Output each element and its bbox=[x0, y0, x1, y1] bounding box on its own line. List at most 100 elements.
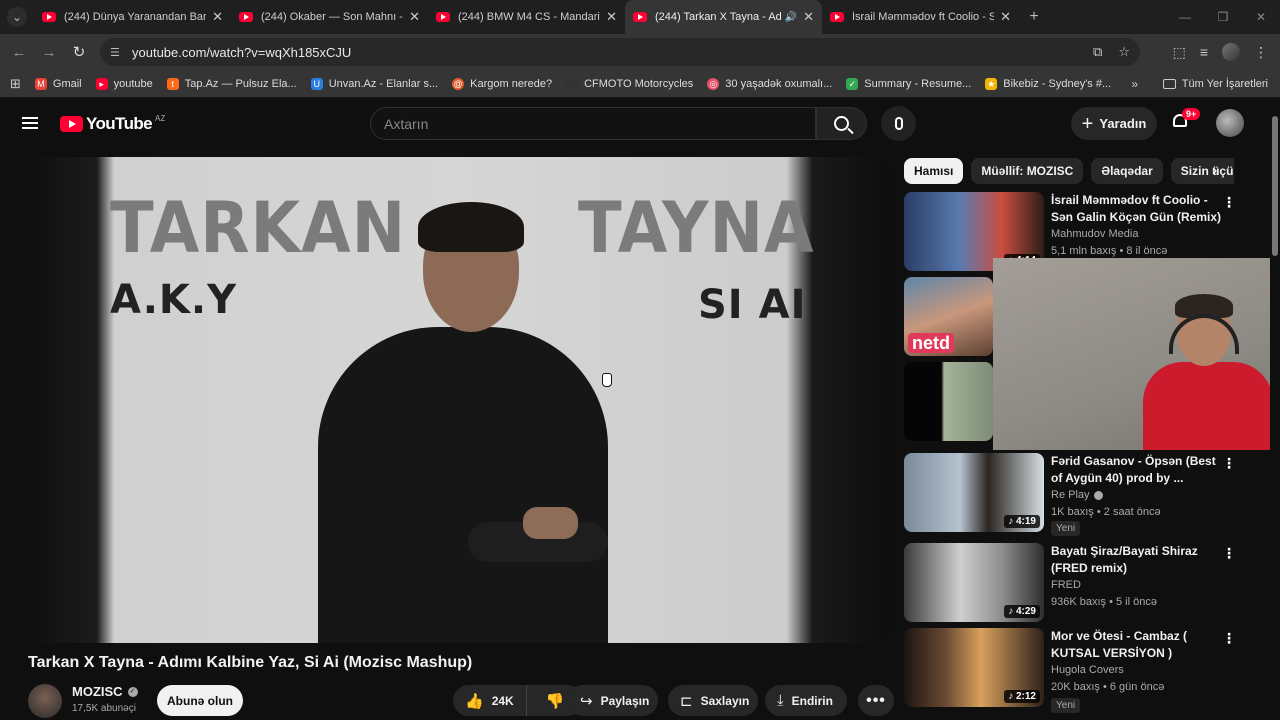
video-title[interactable]: İsrail Məmmədov ft Coolio - Sən Galin Kö… bbox=[1051, 192, 1226, 226]
bookmark-gmail[interactable]: M Gmail bbox=[34, 77, 82, 90]
channel-name[interactable]: FRED bbox=[1051, 579, 1081, 591]
speaker-icon[interactable]: 🔊 bbox=[785, 12, 797, 23]
page-scrollbar[interactable] bbox=[1270, 98, 1280, 720]
browser-tab-active[interactable]: (244) Tarkan X Tayna - Adımı 🔊 ✕ bbox=[625, 0, 822, 34]
list-item[interactable]: ♪ 4:19 Fərid Gasanov - Öpsən (Best of Ay… bbox=[904, 453, 1250, 536]
resume-icon: ✓ bbox=[846, 77, 859, 90]
more-bookmarks-icon[interactable]: » bbox=[1131, 77, 1138, 91]
bookmark-kargom[interactable]: @ Kargom nerede? bbox=[452, 77, 552, 90]
new-tab-button[interactable]: + bbox=[1019, 8, 1049, 26]
bookmark-resume[interactable]: ✓ Summary - Resume... bbox=[846, 77, 971, 90]
like-button[interactable]: 👍 24K bbox=[453, 685, 527, 716]
more-vertical-icon[interactable]: ⋮ bbox=[1222, 194, 1236, 211]
notifications-button[interactable]: 9+ bbox=[1171, 108, 1201, 130]
video-title: Tarkan X Tayna - Adımı Kalbine Yaz, Si A… bbox=[28, 654, 473, 671]
browser-tab-strip: ⌄ (244) Dünya Yaranandan Bari - Y ✕ (244… bbox=[0, 0, 1280, 34]
list-item[interactable]: ♪ 4:29 Bayatı Şiraz/Bayati Shiraz (FRED … bbox=[904, 543, 1250, 623]
all-bookmarks[interactable]: » Tüm Yer İşaretleri bbox=[1131, 70, 1268, 98]
video-player[interactable]: TARKAN A.K.Y TAYNA SI AI bbox=[28, 157, 890, 643]
extensions-icon[interactable]: ⬚ bbox=[1173, 44, 1186, 61]
site-info-icon[interactable]: ☰ bbox=[110, 46, 124, 59]
share-button[interactable]: ↪ Paylaşın bbox=[568, 685, 658, 716]
scrollbar-thumb[interactable] bbox=[1272, 116, 1278, 256]
back-arrow-icon[interactable]: ← bbox=[4, 44, 34, 61]
new-badge: Yeni bbox=[1051, 521, 1081, 536]
download-icon: ⤓ bbox=[777, 692, 784, 709]
profile-avatar[interactable] bbox=[1222, 43, 1240, 61]
youtube-logo[interactable]: YouTube AZ bbox=[60, 114, 165, 134]
bookmark-book[interactable]: ◎ 30 yaşadək oxumalı... bbox=[707, 77, 832, 90]
address-bar[interactable]: ☰ youtube.com/watch?v=wqXh185xCJU ⧉ ☆ bbox=[100, 38, 1140, 66]
bookmark-star-icon[interactable]: ☆ bbox=[1118, 44, 1130, 60]
save-button[interactable]: ⊏ Saxlayın bbox=[668, 685, 758, 716]
bookmark-icon: ⊏ bbox=[680, 692, 693, 710]
url-text: youtube.com/watch?v=wqXh185xCJU bbox=[132, 44, 352, 60]
close-tab-icon[interactable]: ✕ bbox=[212, 9, 223, 25]
video-title[interactable]: Fərid Gasanov - Öpsən (Best of Aygün 40)… bbox=[1051, 453, 1226, 487]
hamburger-menu-icon[interactable] bbox=[22, 117, 38, 129]
video-title[interactable]: Mor ve Ötesi - Cambaz ( KUTSAL VERSİYON … bbox=[1051, 628, 1226, 662]
chip-author[interactable]: Müəllif: MOZISC bbox=[971, 158, 1084, 184]
video-thumbnail[interactable]: ♪ 4:19 bbox=[904, 453, 1044, 532]
maximize-icon[interactable]: ❐ bbox=[1204, 0, 1242, 34]
search-button[interactable] bbox=[816, 107, 867, 140]
bookmark-tapaz[interactable]: t Tap.Az — Pulsuz Ela... bbox=[166, 77, 297, 90]
video-thumbnail[interactable] bbox=[904, 362, 993, 441]
forward-arrow-icon[interactable]: → bbox=[34, 44, 64, 61]
subscribe-button[interactable]: Abunə olun bbox=[157, 685, 243, 716]
browser-tab[interactable]: (244) Okaber — Son Mahnı - Yo ✕ bbox=[231, 0, 428, 34]
minimize-icon[interactable]: — bbox=[1166, 0, 1204, 34]
folder-icon bbox=[1162, 79, 1176, 89]
browser-tab[interactable]: (244) Dünya Yaranandan Bari - Y ✕ bbox=[34, 0, 231, 34]
close-tab-icon[interactable]: ✕ bbox=[803, 9, 814, 25]
video-thumbnail[interactable]: ♪ 4:29 bbox=[904, 543, 1044, 622]
more-vertical-icon[interactable]: ⋮ bbox=[1222, 630, 1236, 647]
browser-menu-icon[interactable]: ⋮ bbox=[1254, 44, 1268, 61]
mouse-cursor-icon bbox=[602, 373, 612, 387]
video-stats: 5,1 mln baxış • 8 il öncə bbox=[1051, 245, 1168, 257]
chip-all[interactable]: Hamısı bbox=[904, 158, 964, 184]
reload-icon[interactable]: ↻ bbox=[64, 43, 94, 61]
create-button[interactable]: + Yaradın bbox=[1071, 107, 1157, 140]
tab-search-button[interactable]: ⌄ bbox=[0, 0, 34, 34]
channel-name[interactable]: Mahmudov Media bbox=[1051, 228, 1138, 240]
install-app-icon[interactable]: ⧉ bbox=[1093, 44, 1102, 60]
browser-tab[interactable]: (244) BMW M4 CS - Mandarin c ✕ bbox=[428, 0, 625, 34]
share-icon: ↪ bbox=[580, 692, 593, 710]
video-thumbnail[interactable]: netd bbox=[904, 277, 993, 356]
channel-name[interactable]: Hugola Covers bbox=[1051, 664, 1124, 676]
video-stats: 20K baxış • 6 gün öncə bbox=[1051, 681, 1165, 693]
video-stats: 936K baxış • 5 il öncə bbox=[1051, 596, 1157, 608]
search-input[interactable]: Axtarın bbox=[370, 107, 816, 140]
close-tab-icon[interactable]: ✕ bbox=[1000, 9, 1011, 25]
chip-for-you[interactable]: Sizin üçün bbox=[1170, 158, 1234, 184]
bookmark-youtube[interactable]: ▸ youtube bbox=[95, 77, 153, 90]
bookmark-cfmoto[interactable]: CFMOTO Motorcycles bbox=[566, 77, 693, 90]
bookmark-bikebiz[interactable]: ★ Bikebiz - Sydney's #... bbox=[985, 77, 1111, 90]
account-avatar[interactable] bbox=[1216, 109, 1244, 137]
browser-tab[interactable]: İsrail Məmmədov ft Coolio - Sə ✕ bbox=[822, 0, 1019, 34]
channel-name[interactable]: MOZISC ✓ bbox=[72, 684, 138, 699]
voice-search-button[interactable] bbox=[881, 106, 916, 141]
apps-grid-icon[interactable]: ⊞ bbox=[10, 76, 21, 92]
close-tab-icon[interactable]: ✕ bbox=[606, 9, 617, 25]
video-thumbnail[interactable]: ♪ 2:12 bbox=[904, 628, 1044, 707]
media-controls-icon[interactable]: ≡ bbox=[1200, 44, 1208, 60]
more-horizontal-icon: ••• bbox=[866, 691, 886, 709]
channel-name[interactable]: Re Play bbox=[1051, 489, 1103, 501]
youtube-favicon-icon bbox=[42, 12, 56, 22]
list-item[interactable]: ♪ 2:12 Mor ve Ötesi - Cambaz ( KUTSAL VE… bbox=[904, 628, 1250, 713]
chip-related[interactable]: Əlaqədar bbox=[1091, 158, 1163, 184]
channel-avatar[interactable] bbox=[28, 684, 62, 718]
video-stats: 1K baxış • 2 saat öncə bbox=[1051, 506, 1161, 518]
bookmark-unvan[interactable]: U Unvan.Az - Elanlar s... bbox=[310, 77, 438, 90]
download-button[interactable]: ⤓ Endirin bbox=[765, 685, 847, 716]
kargom-icon: @ bbox=[452, 77, 465, 90]
more-vertical-icon[interactable]: ⋮ bbox=[1222, 545, 1236, 562]
close-tab-icon[interactable]: ✕ bbox=[409, 9, 420, 25]
more-vertical-icon[interactable]: ⋮ bbox=[1222, 455, 1236, 472]
chevron-right-icon[interactable]: › bbox=[1212, 162, 1217, 180]
close-window-icon[interactable]: ✕ bbox=[1242, 0, 1280, 34]
more-actions-button[interactable]: ••• bbox=[858, 685, 894, 716]
video-title[interactable]: Bayatı Şiraz/Bayati Shiraz (FRED remix) bbox=[1051, 543, 1226, 577]
